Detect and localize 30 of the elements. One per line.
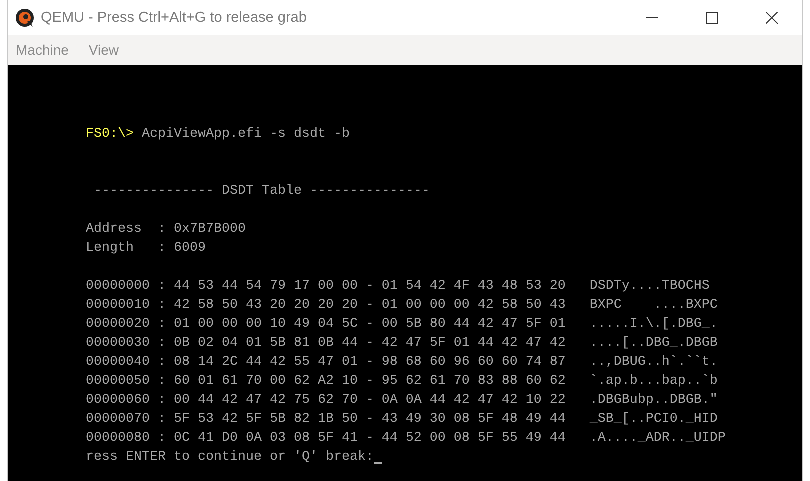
maximize-icon bbox=[706, 12, 718, 24]
hex-bytes: 00000050 : 60 01 61 70 00 62 A2 10 - 95 62 61 70 83 88 60 62 bbox=[86, 374, 566, 389]
hex-bytes: 00000060 : 00 44 42 47 42 75 62 70 - 0A 0A 44 42 47 42 10 22 bbox=[86, 393, 566, 408]
menu-item[interactable]: Machine bbox=[14, 42, 71, 58]
command-text: AcpiViewApp.efi -s dsdt -b bbox=[142, 127, 350, 142]
prompt-path: FS0:\> bbox=[86, 127, 134, 142]
ascii-text: BXPC ....BXPC bbox=[590, 298, 718, 313]
continue-prompt: ress ENTER to continue or 'Q' break: bbox=[86, 450, 374, 465]
ascii-text: ....[..DBG_.DBGB bbox=[590, 336, 718, 351]
ascii-text: .DBGBubp..DBGB." bbox=[590, 393, 718, 408]
hex-bytes: 00000000 : 44 53 44 54 79 17 00 00 - 01 54 42 4F 43 48 53 20 bbox=[86, 279, 566, 294]
ascii-text: ..,DBUG..h`.``t. bbox=[590, 355, 718, 370]
hex-bytes: 00000080 : 0C 41 D0 0A 03 08 5F 41 - 44 52 00 08 5F 55 49 44 bbox=[86, 431, 566, 446]
close-icon bbox=[766, 12, 778, 24]
app-logo-icon bbox=[15, 8, 35, 28]
hex-bytes: 00000030 : 0B 02 04 01 5B 81 0B 44 - 42 47 5F 01 44 42 47 42 bbox=[86, 336, 566, 351]
ascii-text: DSDTy....TBOCHS bbox=[590, 279, 710, 294]
ascii-text: .A...._ADR.._UIDP bbox=[590, 431, 726, 446]
menu-item[interactable]: View bbox=[86, 42, 122, 58]
ascii-text: `.ap.b...bap..`b bbox=[590, 374, 718, 389]
hex-bytes: 00000040 : 08 14 2C 44 42 55 47 01 - 98 68 60 96 60 60 74 87 bbox=[86, 355, 566, 370]
ascii-text: .....I.\.[.DBG_. bbox=[590, 317, 718, 332]
window-title: QEMU - Press Ctrl+Alt+G to release grab bbox=[41, 10, 308, 26]
field-text: Length : 6009 bbox=[86, 241, 206, 256]
hex-bytes: 00000020 : 01 00 00 00 10 49 04 5C - 00 5B 80 44 42 47 5F 01 bbox=[86, 317, 566, 332]
ascii-text: _SB_[..PCI0._HID bbox=[590, 412, 718, 427]
field-text: Address : 0x7B7B000 bbox=[86, 222, 246, 237]
table-heading: --------------- DSDT Table --------------- bbox=[92, 184, 430, 199]
hex-bytes: 00000070 : 5F 53 42 5F 5B 82 1B 50 - 43 49 30 08 5F 48 49 44 bbox=[86, 412, 566, 427]
hex-bytes: 00000010 : 42 58 50 43 20 20 20 20 - 01 00 00 00 42 58 50 43 bbox=[86, 298, 566, 313]
